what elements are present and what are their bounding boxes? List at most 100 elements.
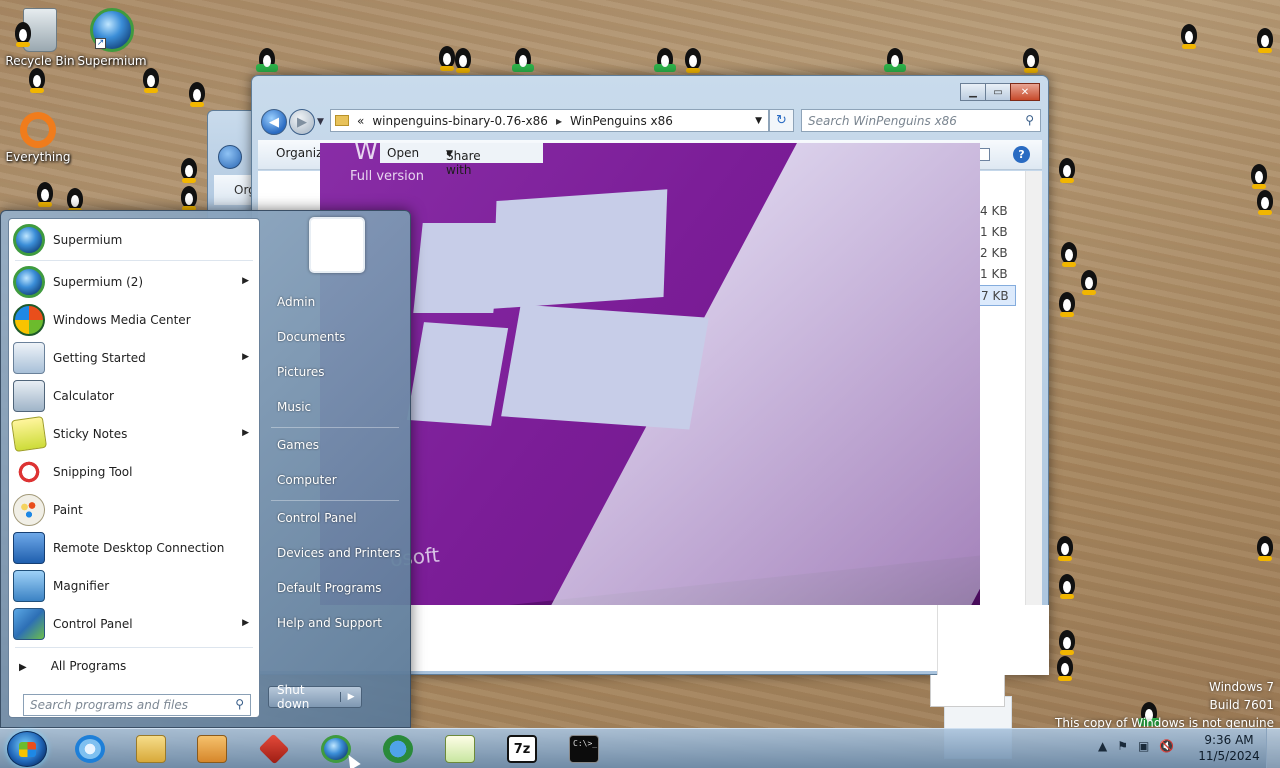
supermium-icon: ↗	[90, 8, 134, 52]
submenu-arrow-icon[interactable]: ▶	[242, 276, 249, 286]
penguin-sprite	[140, 66, 162, 94]
start-item-supermium[interactable]: Supermium	[13, 222, 257, 258]
submenu-arrow-icon[interactable]: ▶	[242, 428, 249, 438]
start-link-help-support[interactable]: Help and Support	[269, 608, 403, 638]
penguin-sprite	[1078, 268, 1100, 296]
taskbar-red-app[interactable]	[254, 731, 294, 767]
show-hidden-icons-icon[interactable]: ▲	[1098, 739, 1107, 753]
start-link-music[interactable]: Music	[269, 392, 403, 422]
taskbar-internet-explorer[interactable]	[70, 731, 110, 767]
breadcrumb-item[interactable]: WinPenguins x86	[570, 114, 673, 128]
start-button[interactable]	[7, 731, 47, 767]
start-link-games[interactable]: Games	[269, 430, 403, 460]
forward-button[interactable]: ▶	[289, 109, 315, 135]
address-bar[interactable]: « winpenguins-binary-0.76-x86 ▸ WinPengu…	[330, 109, 769, 132]
address-dropdown-icon[interactable]: ▼	[755, 116, 762, 126]
help-icon[interactable]: ?	[1013, 146, 1030, 163]
logo-pane	[492, 189, 668, 309]
start-item-calculator[interactable]: Calculator	[13, 378, 257, 414]
start-item-getting-started[interactable]: Getting Started ▶	[13, 340, 257, 376]
programs-pane: Supermium Supermium (2) ▶ Windows Media …	[8, 218, 260, 718]
open-button[interactable]: Open	[387, 146, 419, 160]
taskbar-file-explorer[interactable]	[131, 731, 171, 767]
start-item-label: Remote Desktop Connection	[53, 541, 225, 555]
submenu-arrow-icon[interactable]: ▶	[242, 352, 249, 362]
start-link-devices-printers[interactable]: Devices and Printers	[269, 538, 403, 568]
penguin-sprite	[1254, 534, 1276, 562]
system-tray: ▲ ⚑ ▣ 🔇	[1098, 739, 1174, 753]
refresh-button[interactable]: ↻	[769, 109, 794, 132]
start-item-control-panel[interactable]: Control Panel ▶	[13, 606, 257, 642]
start-link-pictures[interactable]: Pictures	[269, 357, 403, 387]
action-center-flag-icon[interactable]: ⚑	[1117, 739, 1128, 753]
logo-pane	[501, 304, 709, 430]
taskbar-clock[interactable]: 9:36 AM 11/5/2024	[1196, 732, 1262, 764]
start-item-snipping-tool[interactable]: Snipping Tool	[13, 454, 257, 490]
start-search-input[interactable]: Search programs and files ⚲	[23, 694, 251, 716]
penguin-sprite	[1254, 26, 1276, 54]
volume-muted-icon[interactable]: 🔇	[1159, 739, 1174, 753]
submenu-arrow-icon[interactable]: ▶	[242, 618, 249, 628]
breadcrumb-overflow[interactable]: «	[357, 114, 364, 128]
start-link-documents[interactable]: Documents	[269, 322, 403, 352]
start-item-paint[interactable]: Paint	[13, 492, 257, 528]
start-link-computer[interactable]: Computer	[269, 465, 403, 495]
size-column: 4 KB 1 KB 2 KB 1 KB 7 KB	[976, 201, 1016, 306]
breadcrumb-item[interactable]: winpenguins-binary-0.76-x86	[372, 114, 548, 128]
breadcrumb-separator-icon[interactable]: ▸	[556, 114, 562, 128]
start-link-default-programs[interactable]: Default Programs	[269, 573, 403, 603]
taskbar-7zip[interactable]: 7z	[502, 731, 542, 767]
maximize-button[interactable]: ▭	[985, 83, 1011, 101]
penguin-sprite	[1056, 628, 1078, 656]
user-picture[interactable]	[309, 217, 365, 273]
all-programs-button[interactable]: ▶ All Programs	[19, 659, 126, 673]
taskbar-download-globe[interactable]	[378, 731, 418, 767]
show-desktop-button[interactable]	[1266, 728, 1280, 768]
recent-pages-dropdown-icon[interactable]: ▼	[317, 117, 324, 127]
logo-pane	[406, 322, 509, 426]
start-item-sticky-notes[interactable]: Sticky Notes ▶	[10, 415, 257, 453]
command-prompt-icon: C:\>_	[569, 735, 599, 763]
close-button[interactable]: ✕	[1010, 83, 1040, 101]
start-link-admin[interactable]: Admin	[269, 287, 403, 317]
start-item-label: Supermium	[53, 233, 123, 247]
start-link-control-panel[interactable]: Control Panel	[269, 503, 403, 533]
taskbar-command-prompt[interactable]: C:\>_	[564, 731, 604, 767]
minimize-button[interactable]: ▁	[960, 83, 986, 101]
desktop-icon-supermium[interactable]: ↗ Supermium	[74, 8, 150, 68]
genuine-watermark: Windows 7 Build 7601 This copy of Window…	[1055, 678, 1274, 732]
penguin-sprite	[256, 46, 278, 74]
notepad-plus-icon	[445, 735, 475, 763]
right-pane-divider	[271, 500, 399, 501]
back-button[interactable]: ◀	[261, 109, 287, 135]
start-item-magnifier[interactable]: Magnifier	[13, 568, 257, 604]
sticky-notes-icon	[10, 415, 48, 453]
paint-icon	[13, 494, 45, 526]
search-icon[interactable]: ⚲	[1025, 113, 1034, 127]
7zip-icon: 7z	[507, 735, 537, 763]
penguin-sprite	[1254, 188, 1276, 216]
desktop-icon-everything[interactable]: Everything	[0, 112, 76, 164]
penguin-sprite	[512, 46, 534, 74]
start-item-supermium-2[interactable]: Supermium (2) ▶	[13, 264, 257, 300]
shutdown-button[interactable]: Shut down ▶	[268, 683, 362, 711]
start-menu: Supermium Supermium (2) ▶ Windows Media …	[0, 210, 411, 728]
search-input[interactable]: Search WinPenguins x86 ⚲	[801, 109, 1041, 132]
back-arrow-icon[interactable]	[218, 145, 242, 169]
vertical-scrollbar[interactable]	[1025, 171, 1042, 671]
taskbar-media-player[interactable]	[192, 731, 232, 767]
start-item-remote-desktop[interactable]: Remote Desktop Connection	[13, 530, 257, 566]
file-size-selected[interactable]: 7 KB	[976, 285, 1016, 306]
shutdown-options-arrow-icon[interactable]: ▶	[340, 692, 361, 702]
search-placeholder: Search WinPenguins x86	[808, 114, 957, 128]
penguin-sprite	[34, 180, 56, 208]
network-icon[interactable]: ▣	[1138, 739, 1149, 753]
shutdown-label[interactable]: Shut down	[269, 683, 340, 711]
taskbar-notepad-plus[interactable]	[440, 731, 480, 767]
internet-explorer-icon	[75, 735, 105, 763]
start-item-windows-media-center[interactable]: Windows Media Center	[13, 302, 257, 338]
search-icon[interactable]: ⚲	[235, 697, 244, 711]
start-item-label: Windows Media Center	[53, 313, 191, 327]
clock-time: 9:36 AM	[1204, 733, 1254, 747]
penguin-sprite	[178, 184, 200, 212]
